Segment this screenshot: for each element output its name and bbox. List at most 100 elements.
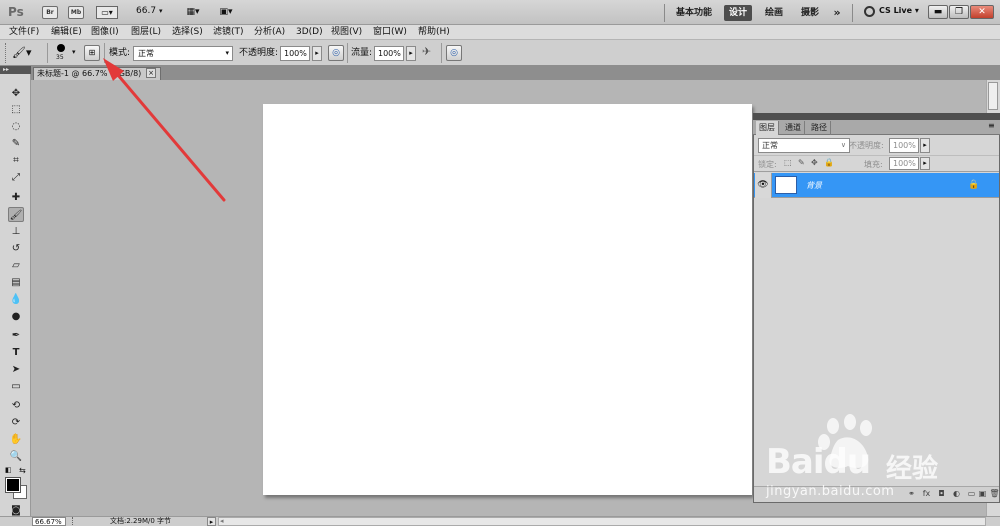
brush-picker-dropdown-icon[interactable]: ▾: [72, 48, 76, 56]
crop-tool-icon[interactable]: ⌗: [8, 153, 24, 168]
spot-healing-tool-icon[interactable]: ✚: [8, 190, 24, 205]
marquee-tool-icon[interactable]: ⬚: [8, 102, 24, 117]
brush-tool-icon[interactable]: 🖌: [8, 207, 24, 222]
fill-slider-button[interactable]: ▸: [920, 157, 930, 170]
blend-mode-select[interactable]: 正常 ∨: [758, 138, 850, 153]
zoom-level-readout[interactable]: 66.7: [136, 6, 156, 16]
application-bar: Ps Br Mb ▭▾ 66.7 ▾ ▦▾ ▣▾ 基本功能 设计 绘画 摄影 »…: [0, 0, 1000, 25]
tablet-pressure-opacity-icon[interactable]: ◎: [328, 45, 344, 61]
workspace-design[interactable]: 设计: [724, 5, 752, 21]
3d-rotate-tool-icon[interactable]: ⟲: [8, 398, 24, 413]
flow-input[interactable]: 100%: [374, 46, 404, 61]
vertical-scrollbar-thumb[interactable]: [988, 82, 998, 110]
layer-opacity-input[interactable]: 100%: [889, 138, 919, 153]
opacity-input[interactable]: 100%: [280, 46, 310, 61]
menu-file[interactable]: 文件(F): [9, 26, 39, 38]
lasso-tool-icon[interactable]: ◌: [8, 119, 24, 134]
hand-tool-icon[interactable]: ✋: [8, 432, 24, 447]
tool-preset-picker[interactable]: 🖌▾: [12, 44, 42, 62]
mode-select[interactable]: 正常 ▾: [133, 46, 233, 61]
visibility-eye-icon[interactable]: 👁: [755, 173, 772, 198]
adjustment-layer-icon[interactable]: ◐: [951, 489, 962, 499]
foreground-color-swatch[interactable]: [5, 477, 21, 493]
type-tool-icon[interactable]: T: [8, 345, 24, 360]
blur-tool-icon[interactable]: 💧: [8, 292, 24, 307]
canvas[interactable]: [263, 104, 752, 495]
menu-layer[interactable]: 图层(L): [131, 26, 161, 38]
close-window-button[interactable]: ✕: [970, 5, 994, 19]
status-menu-button[interactable]: ▸: [207, 517, 216, 526]
brush-panel-toggle-icon[interactable]: ⊞: [84, 45, 100, 61]
zoom-dropdown-icon[interactable]: ▾: [159, 7, 163, 15]
delete-layer-icon[interactable]: 🗑: [989, 489, 1000, 499]
scroll-left-icon[interactable]: ◂: [220, 517, 224, 526]
panel-menu-icon[interactable]: ≡: [988, 121, 995, 130]
view-extras-button[interactable]: ▭▾: [96, 6, 118, 19]
dodge-tool-icon[interactable]: ●: [8, 309, 24, 324]
clone-stamp-tool-icon[interactable]: ⊥: [8, 224, 24, 239]
layer-opacity-slider-button[interactable]: ▸: [920, 138, 930, 153]
lock-pixels-icon[interactable]: ✎: [798, 158, 805, 167]
eraser-tool-icon[interactable]: ▱: [8, 258, 24, 273]
airbrush-icon[interactable]: ✈: [422, 45, 438, 61]
restore-button[interactable]: ❐: [949, 5, 969, 19]
more-workspaces-button[interactable]: »: [830, 5, 844, 21]
tab-layers[interactable]: 图层: [756, 121, 779, 135]
menu-help[interactable]: 帮助(H): [418, 26, 450, 38]
default-colors-icon[interactable]: ◧: [5, 466, 12, 474]
pen-tool-icon[interactable]: ✒: [8, 328, 24, 343]
layer-name[interactable]: 背景: [806, 180, 822, 191]
arrange-documents-button[interactable]: ▦▾: [180, 6, 206, 19]
layers-panel-header[interactable]: [753, 113, 1000, 120]
gradient-tool-icon[interactable]: ▤: [8, 275, 24, 290]
lock-position-icon[interactable]: ✥: [811, 158, 818, 167]
status-zoom-field[interactable]: 66.67%: [32, 517, 66, 526]
screen-mode-button[interactable]: ▣▾: [213, 6, 239, 19]
lock-all-icon[interactable]: 🔒: [824, 158, 834, 167]
menu-view[interactable]: 视图(V): [331, 26, 362, 38]
chevron-down-icon: ▾: [225, 49, 229, 57]
menu-3d[interactable]: 3D(D): [296, 26, 323, 38]
tab-channels[interactable]: 通道: [782, 121, 805, 135]
3d-orbit-tool-icon[interactable]: ⟳: [8, 415, 24, 430]
menu-select[interactable]: 选择(S): [172, 26, 203, 38]
cs-live-button[interactable]: CS Live ▾: [879, 6, 919, 15]
horizontal-scrollbar[interactable]: [218, 517, 986, 526]
zoom-tool-icon[interactable]: 🔍: [8, 449, 24, 464]
tab-paths[interactable]: 路径: [808, 121, 831, 135]
fill-input[interactable]: 100%: [889, 157, 919, 170]
eyedropper-tool-icon[interactable]: ⤢: [8, 170, 24, 185]
quick-selection-tool-icon[interactable]: ✎: [8, 136, 24, 151]
lock-transparency-icon[interactable]: ⬚: [784, 158, 792, 167]
workspace-photography[interactable]: 摄影: [796, 5, 824, 21]
minimize-button[interactable]: ▬: [928, 5, 948, 19]
rectangle-tool-icon[interactable]: ▭: [8, 379, 24, 394]
menu-filter[interactable]: 滤镜(T): [213, 26, 244, 38]
options-grip[interactable]: [5, 43, 7, 63]
document-info[interactable]: 文档:2.29M/0 字节: [110, 517, 171, 526]
mini-bridge-button[interactable]: Mb: [68, 6, 84, 19]
swap-colors-icon[interactable]: ⇆: [19, 466, 26, 475]
tools-panel-collapse-icon[interactable]: ▸▸: [0, 66, 31, 74]
close-document-button[interactable]: ×: [146, 68, 156, 78]
cs-live-icon: [864, 6, 875, 17]
bridge-button[interactable]: Br: [42, 6, 58, 19]
menu-image[interactable]: 图像(I): [91, 26, 119, 38]
new-layer-icon[interactable]: ▣: [977, 489, 988, 499]
document-tab[interactable]: 未标题-1 @ 66.7% (RGB/8): [33, 67, 161, 80]
opacity-slider-button[interactable]: ▸: [312, 46, 322, 61]
path-selection-tool-icon[interactable]: ➤: [8, 362, 24, 377]
new-group-icon[interactable]: ▭: [966, 489, 977, 499]
menu-edit[interactable]: 编辑(E): [51, 26, 82, 38]
workspace-painting[interactable]: 绘画: [760, 5, 788, 21]
menu-analysis[interactable]: 分析(A): [254, 26, 285, 38]
menu-window[interactable]: 窗口(W): [373, 26, 407, 38]
divider: [104, 43, 105, 63]
history-brush-tool-icon[interactable]: ↺: [8, 241, 24, 256]
flow-slider-button[interactable]: ▸: [406, 46, 416, 61]
move-tool-icon[interactable]: ✥: [8, 86, 24, 101]
tablet-pressure-size-icon[interactable]: ◎: [446, 45, 462, 61]
divider: [852, 4, 853, 22]
workspace-essentials[interactable]: 基本功能: [670, 5, 718, 21]
brush-tip-icon[interactable]: [57, 44, 65, 52]
